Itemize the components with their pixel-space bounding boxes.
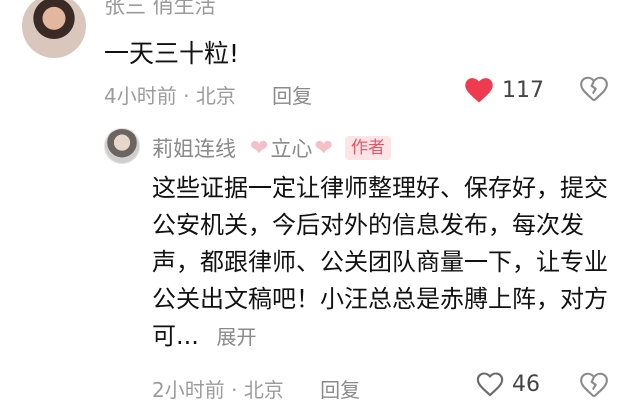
heart-outline-icon xyxy=(476,372,504,397)
expand-link[interactable]: 展开 xyxy=(217,325,257,349)
pink-heart-icon: ❤ xyxy=(314,135,333,161)
like-count: 46 xyxy=(512,371,540,397)
timestamp: 4小时前 xyxy=(104,84,177,108)
comment-thread: 张三 俏生活 一天三十粒! 4小时前 · 北京 回复 117 莉姐连线 ❤ 立心… xyxy=(0,0,632,406)
timestamp: 2小时前 xyxy=(152,378,225,402)
heart-filled-icon xyxy=(465,78,493,103)
reply-username-row: 莉姐连线 ❤ 立心 ❤ 作者 xyxy=(152,133,391,163)
name-suffix: 立心 xyxy=(270,137,313,161)
comment-text: 一天三十粒! xyxy=(104,39,240,68)
comment-meta: 4小时前 · 北京 回复 xyxy=(104,84,313,108)
reply-text: 这些证据一定让律师整理好、保存好，提交公安机关，今后对外的信息发布，每次发声，都… xyxy=(152,174,608,350)
avatar[interactable] xyxy=(22,0,86,58)
dislike-broken-heart-icon[interactable] xyxy=(580,372,608,400)
author-badge: 作者 xyxy=(344,136,391,160)
location: 北京 xyxy=(243,378,284,402)
like-button[interactable]: 117 xyxy=(464,76,544,104)
avatar[interactable] xyxy=(104,128,140,164)
reply-button[interactable]: 回复 xyxy=(272,84,312,108)
reply-text-block: 这些证据一定让律师整理好、保存好，提交公安机关，今后对外的信息发布，每次发声，都… xyxy=(152,170,612,356)
location: 北京 xyxy=(195,84,236,108)
like-count: 117 xyxy=(502,77,544,103)
reply-meta: 2小时前 · 北京 回复 xyxy=(152,378,361,402)
username[interactable]: 莉姐连线 xyxy=(152,133,236,163)
reply-button[interactable]: 回复 xyxy=(320,378,360,402)
dislike-broken-heart-icon[interactable] xyxy=(580,76,608,104)
username[interactable]: 张三 俏生活 xyxy=(104,0,216,20)
pink-heart-icon: ❤ xyxy=(250,135,269,161)
like-button[interactable]: 46 xyxy=(476,371,540,397)
